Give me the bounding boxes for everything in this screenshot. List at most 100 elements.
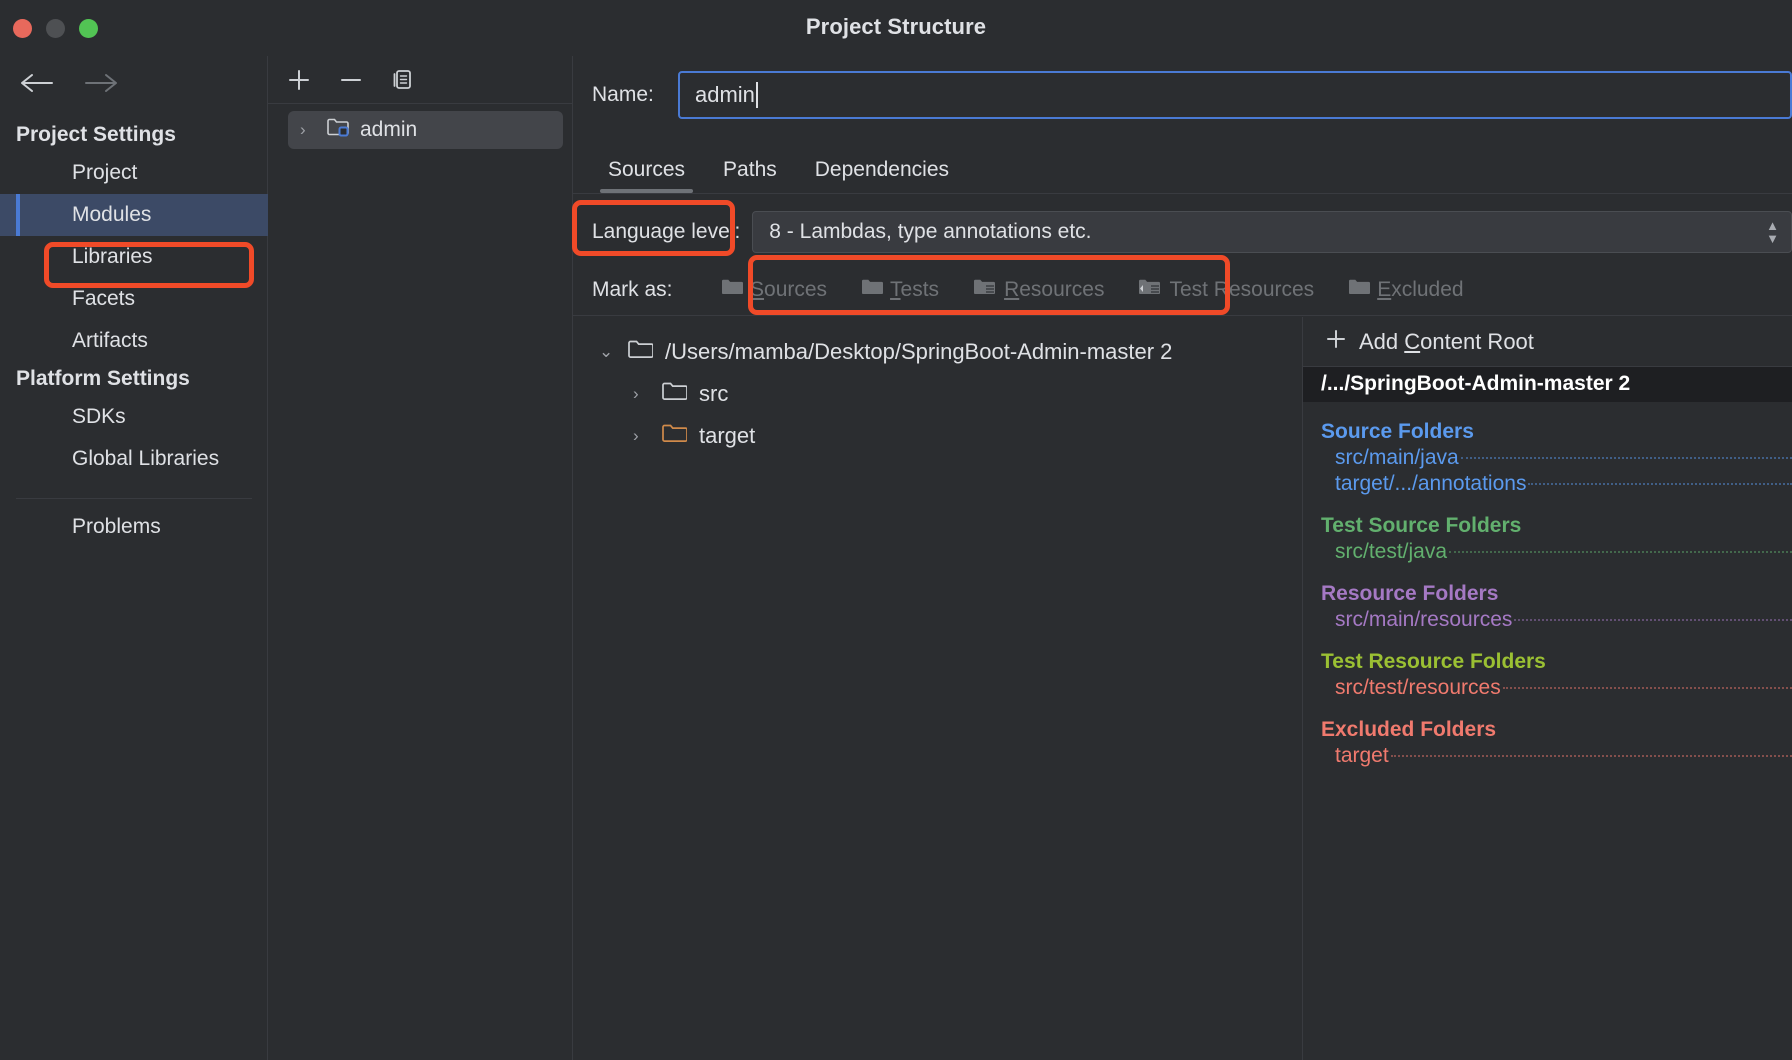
title-bar: Project Structure	[0, 0, 1792, 56]
resource-folder-item[interactable]: src/main/resources	[1321, 608, 1792, 632]
mark-as-sources-button[interactable]: Sources	[721, 277, 827, 302]
folder-excluded-icon	[1348, 277, 1371, 302]
name-input[interactable]: admin	[678, 71, 1792, 119]
add-content-root-mnemonic: C	[1404, 328, 1421, 354]
source-folder-item[interactable]: src/main/java	[1321, 446, 1792, 470]
sidebar-item-global-libraries[interactable]: Global Libraries	[0, 438, 268, 480]
folder-test-resources-icon	[1138, 277, 1162, 302]
modules-toolbar	[268, 56, 573, 104]
folder-icon	[627, 338, 654, 366]
tab-sources[interactable]: Sources	[592, 152, 701, 193]
sidebar-list: Project Settings Project Modules Librari…	[0, 118, 268, 545]
sidebar-item-modules[interactable]: Modules	[0, 194, 268, 236]
source-folders-title: Source Folders	[1321, 420, 1474, 443]
add-module-button[interactable]	[284, 65, 314, 95]
mark-as-excluded-label: xcluded	[1391, 277, 1464, 301]
resource-folders-group: Resource Folders src/main/resources	[1303, 582, 1792, 632]
module-tabs: Sources Paths Dependencies	[573, 142, 1792, 194]
excluded-folders-group: Excluded Folders target	[1303, 718, 1792, 768]
settings-sidebar: Project Settings Project Modules Librari…	[0, 56, 268, 1060]
add-content-root-label-pre: Add	[1359, 328, 1405, 354]
leader-dots	[1390, 755, 1792, 757]
language-level-label: Language level:	[592, 219, 741, 243]
folder-excluded-orange-icon	[661, 422, 688, 450]
test-source-folder-item[interactable]: src/test/java	[1321, 540, 1792, 564]
language-level-value: 8 - Lambdas, type annotations etc.	[769, 219, 1092, 243]
mark-as-test-resources-button[interactable]: Test Resources	[1138, 277, 1314, 302]
resource-folders-title: Resource Folders	[1321, 582, 1499, 605]
sidebar-divider	[16, 498, 252, 499]
source-folder-label: src/main/java	[1335, 446, 1459, 469]
content-root-tree: ⌄ /Users/mamba/Desktop/SpringBoot-Admin-…	[573, 317, 1303, 1060]
test-resource-folders-group: Test Resource Folders src/test/resources	[1303, 650, 1792, 700]
leader-dots	[1449, 551, 1792, 553]
sources-content: ⌄ /Users/mamba/Desktop/SpringBoot-Admin-…	[573, 317, 1792, 1060]
leader-dots	[1514, 619, 1792, 621]
copy-module-icon[interactable]	[388, 65, 418, 95]
tree-row-label: target	[699, 423, 756, 448]
language-level-dropdown[interactable]: 8 - Lambdas, type annotations etc. ▲ ▼	[752, 210, 1792, 253]
remove-module-button[interactable]	[336, 65, 366, 95]
sidebar-item-libraries[interactable]: Libraries	[0, 236, 268, 278]
mark-as-resources-button[interactable]: Resources	[973, 277, 1104, 302]
chevron-right-icon[interactable]: ›	[633, 384, 649, 404]
resource-folder-label: src/main/resources	[1335, 608, 1513, 631]
sidebar-item-sdks[interactable]: SDKs	[0, 396, 268, 438]
mark-as-test-resources-label: Test Resources	[1169, 277, 1315, 301]
folder-icon	[661, 380, 688, 408]
sidebar-item-artifacts[interactable]: Artifacts	[0, 320, 268, 362]
tree-row-label: src	[699, 381, 729, 406]
mark-as-excluded-mnemonic: E	[1377, 277, 1392, 301]
mark-as-row: Mark as: Sources Tests Resources Test Re…	[573, 264, 1792, 316]
navigation-arrows	[18, 64, 120, 102]
folder-resources-icon	[973, 277, 997, 302]
text-caret	[755, 82, 758, 108]
excluded-folder-label: target	[1335, 744, 1389, 767]
project-structure-window: Project Structure Project Settings Proje…	[0, 0, 1792, 1060]
chevron-updown-icon[interactable]: ▲ ▼	[1766, 219, 1779, 245]
forward-arrow-icon[interactable]	[82, 64, 120, 102]
window-title: Project Structure	[805, 14, 987, 39]
tab-paths[interactable]: Paths	[707, 152, 793, 193]
mark-as-tests-mnemonic: T	[890, 277, 901, 301]
plus-icon	[1325, 328, 1347, 356]
modules-tree: › admin	[268, 111, 573, 149]
excluded-folder-item[interactable]: target	[1321, 744, 1792, 768]
test-source-folders-group: Test Source Folders src/test/java	[1303, 514, 1792, 564]
tree-row[interactable]: › src	[573, 373, 1302, 415]
modules-tree-row-admin[interactable]: › admin	[288, 111, 563, 149]
chevron-down-icon[interactable]: ⌄	[599, 342, 615, 362]
excluded-folders-title: Excluded Folders	[1321, 718, 1497, 741]
mark-as-tests-button[interactable]: Tests	[861, 277, 939, 302]
sidebar-item-facets[interactable]: Facets	[0, 278, 268, 320]
source-folders-group: Source Folders src/main/java target/.../…	[1303, 420, 1792, 496]
folder-tests-icon	[861, 277, 884, 302]
back-arrow-icon[interactable]	[18, 64, 56, 102]
sidebar-item-project[interactable]: Project	[0, 152, 268, 194]
selected-content-root[interactable]: /.../SpringBoot-Admin-master 2	[1303, 367, 1792, 402]
tab-dependencies[interactable]: Dependencies	[799, 152, 965, 193]
leader-dots	[1502, 687, 1792, 689]
leader-dots	[1528, 483, 1792, 485]
add-content-root-button[interactable]: Add Content Root	[1303, 317, 1792, 367]
tree-row[interactable]: ⌄ /Users/mamba/Desktop/SpringBoot-Admin-…	[573, 331, 1302, 373]
chevron-right-icon[interactable]: ›	[633, 426, 649, 446]
mark-as-resources-mnemonic: R	[1004, 277, 1020, 301]
mark-as-sources-mnemonic: S	[750, 277, 765, 301]
test-source-folders-title: Test Source Folders	[1321, 514, 1522, 537]
mark-as-label: Mark as:	[592, 277, 673, 301]
leader-dots	[1460, 457, 1792, 459]
module-editor: Name: admin Sources Paths Dependencies L…	[573, 56, 1792, 1060]
sidebar-item-problems[interactable]: Problems	[0, 509, 268, 545]
sidebar-group-project-settings: Project Settings	[16, 123, 176, 146]
name-label: Name:	[592, 83, 654, 106]
chevron-right-icon[interactable]: ›	[300, 120, 316, 140]
tree-row[interactable]: › target	[573, 415, 1302, 457]
tree-row-label: /Users/mamba/Desktop/SpringBoot-Admin-ma…	[665, 339, 1173, 364]
source-folder-item[interactable]: target/.../annotations	[1321, 472, 1792, 496]
mark-as-excluded-button[interactable]: Excluded	[1348, 277, 1464, 302]
language-level-row: Language level: 8 - Lambdas, type annota…	[573, 204, 1792, 259]
mark-as-sources-label: ources	[764, 277, 828, 301]
modules-panel: › admin	[268, 56, 573, 1060]
test-resource-folder-item[interactable]: src/test/resources	[1321, 676, 1792, 700]
